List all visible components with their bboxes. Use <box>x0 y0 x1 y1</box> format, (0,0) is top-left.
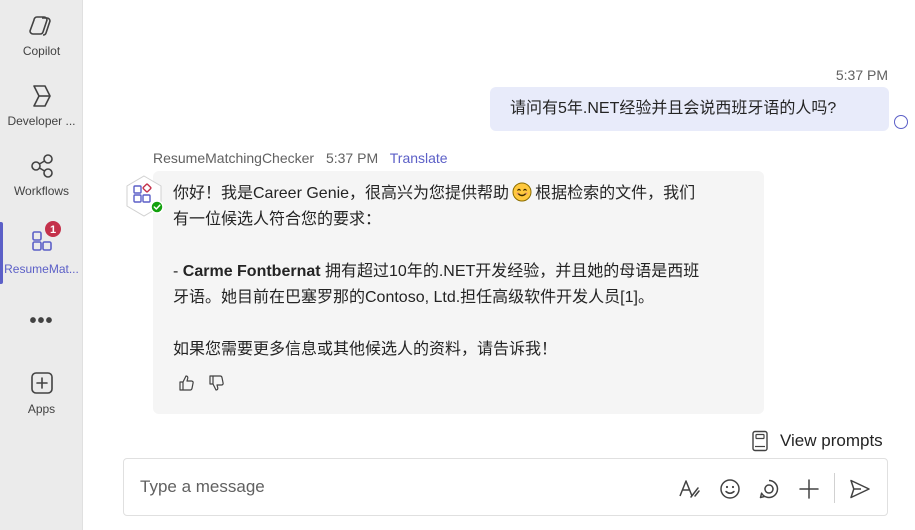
loop-component-icon[interactable] <box>757 477 781 501</box>
message-line: 有一位候选人符合您的要求： <box>173 211 382 228</box>
message-line: 如果您需要更多信息或其他候选人的资料，请告诉我！ <box>173 341 558 358</box>
rail-item-resumematchingchecker[interactable]: 1 ResumeMat... <box>0 220 83 284</box>
bot-message-header: ResumeMatchingChecker 5:37 PM Translate <box>153 150 456 166</box>
rail-item-label: Copilot <box>22 44 61 58</box>
feedback-actions <box>178 374 226 392</box>
bot-message-bubble[interactable]: 你好！我是Career Genie，很高兴为您提供帮助 根据检索的文件，我们 有一… <box>153 171 764 414</box>
workflows-icon <box>30 154 53 178</box>
message-text: 拥有超过10年的.NET开发经验，并且她的母语是西班 <box>320 263 700 280</box>
user-message-bubble[interactable]: 请问有5年.NET经验并且会说西班牙语的人吗? <box>490 87 889 131</box>
rail-item-developer-portal[interactable]: Developer ... <box>0 82 83 128</box>
emoji-icon[interactable] <box>718 477 742 501</box>
app-rail: Copilot Developer ... Workflows 1 Resume… <box>0 0 83 530</box>
rail-item-copilot[interactable]: Copilot <box>0 12 83 58</box>
message-input[interactable] <box>140 475 640 499</box>
bot-avatar-icon <box>126 175 164 217</box>
more-apps-button[interactable]: ••• <box>0 310 83 333</box>
add-apps-icon <box>30 372 53 394</box>
developer-portal-icon <box>32 85 51 107</box>
message-text: 你好！我是Career Genie，很高兴为您提供帮助 <box>173 185 510 202</box>
message-timestamp: 5:37 PM <box>835 67 888 83</box>
message-line: 你好！我是Career Genie，很高兴为您提供帮助 根据检索的文件，我们 <box>173 181 748 207</box>
message-text: 根据检索的文件，我们 <box>535 185 696 202</box>
thumbs-down-icon[interactable] <box>208 374 226 392</box>
rail-item-apps[interactable]: Apps <box>0 370 83 416</box>
rail-item-workflows[interactable]: Workflows <box>0 152 83 198</box>
view-prompts-button[interactable]: View prompts <box>750 430 883 452</box>
smiling-face-emoji-icon <box>512 182 532 202</box>
candidate-name: Carme Fontbernat <box>182 263 321 280</box>
copilot-icon <box>28 16 51 36</box>
toolbar-divider <box>834 473 835 503</box>
rail-item-label: ResumeMat... <box>4 262 79 276</box>
notification-badge: 1 <box>44 220 62 238</box>
sender-name: ResumeMatchingChecker <box>153 150 315 166</box>
add-attachment-icon[interactable] <box>797 477 821 501</box>
message-text: - <box>173 263 183 280</box>
rail-item-label: Developer ... <box>7 114 76 128</box>
message-line: 牙语。她目前在巴塞罗那的Contoso, Ltd.担任高级软件开发人员[1]。 <box>173 289 654 306</box>
message-sent-status-icon <box>894 115 908 129</box>
rail-item-label: Workflows <box>13 184 70 198</box>
thumbs-up-icon[interactable] <box>178 374 196 392</box>
view-prompts-label: View prompts <box>780 431 883 450</box>
message-timestamp: 5:37 PM <box>325 150 379 166</box>
prompt-book-icon <box>752 430 768 452</box>
message-composer <box>123 458 888 516</box>
send-icon[interactable] <box>848 477 872 501</box>
message-line: - Carme Fontbernat 拥有超过10年的.NET开发经验，并且她的… <box>173 259 748 285</box>
format-text-icon[interactable] <box>677 477 701 501</box>
rail-item-label: Apps <box>27 402 56 416</box>
translate-link[interactable]: Translate <box>390 150 448 166</box>
